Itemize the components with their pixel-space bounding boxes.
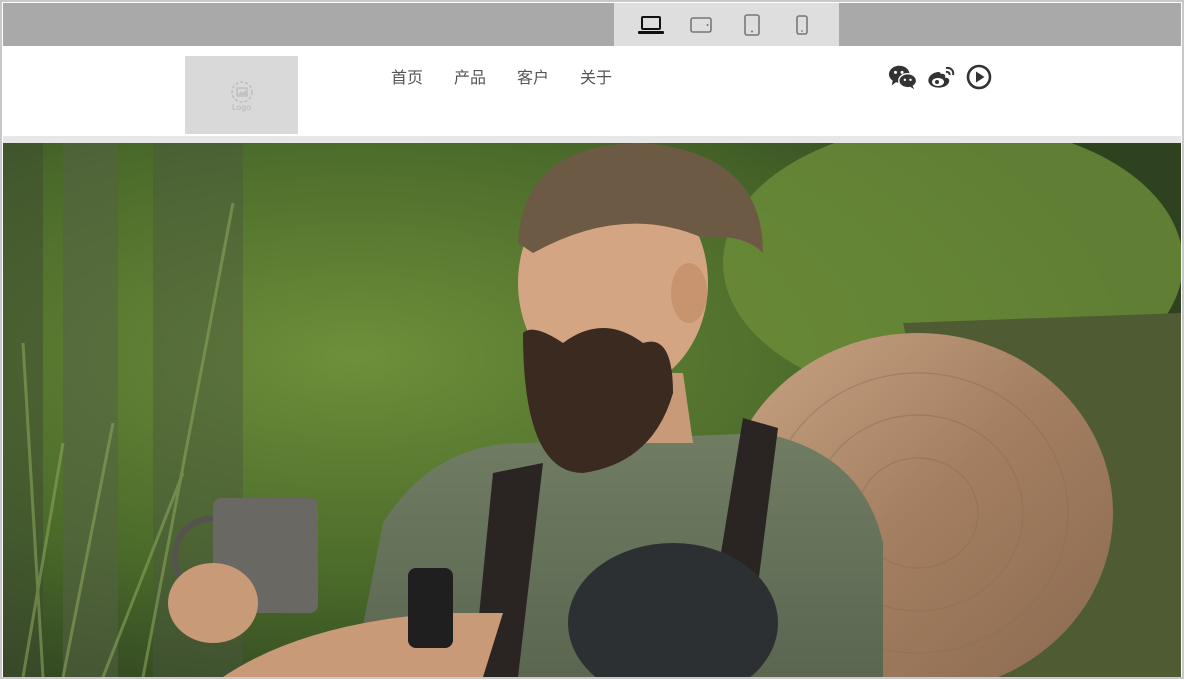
logo[interactable]: Logo	[185, 56, 298, 134]
device-preview-bar	[3, 3, 1181, 46]
nav-item-about[interactable]: 关于	[580, 64, 612, 88]
nav-item-customers[interactable]: 客户	[517, 64, 549, 88]
tablet-portrait-view-button[interactable]	[732, 9, 772, 41]
phone-view-button[interactable]	[782, 9, 822, 41]
wechat-icon	[888, 65, 918, 90]
weibo-icon	[928, 66, 955, 88]
social-links	[888, 62, 994, 92]
tablet-landscape-view-button[interactable]	[681, 9, 721, 41]
main-nav: 首页 产品 客户 关于	[391, 64, 643, 88]
laptop-icon	[638, 15, 665, 34]
play-icon	[966, 64, 992, 90]
weibo-link[interactable]	[926, 62, 956, 92]
video-link[interactable]	[964, 62, 994, 92]
logo-placeholder-icon	[230, 80, 253, 103]
tablet-landscape-icon	[690, 16, 713, 33]
hero-banner	[3, 143, 1181, 677]
device-switcher	[614, 3, 839, 46]
phone-icon	[796, 14, 808, 35]
site-header: Logo 首页 产品 客户 关于	[3, 46, 1181, 136]
desktop-view-button[interactable]	[631, 9, 671, 41]
tablet-portrait-icon	[743, 13, 760, 36]
page-frame: Logo 首页 产品 客户 关于	[0, 0, 1184, 679]
nav-item-products[interactable]: 产品	[454, 64, 486, 88]
wechat-link[interactable]	[888, 62, 918, 92]
logo-text: Logo	[231, 102, 252, 112]
hero-image	[3, 143, 1181, 677]
header-divider	[3, 136, 1181, 143]
nav-item-home[interactable]: 首页	[391, 64, 423, 88]
